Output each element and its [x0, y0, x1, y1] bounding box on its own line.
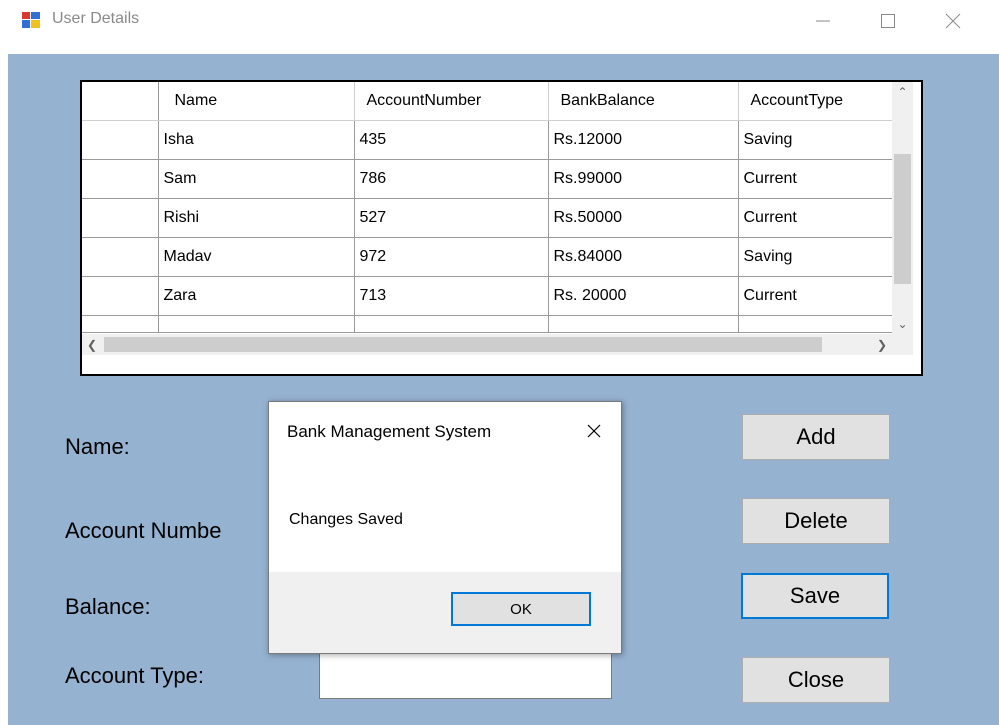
window-title: User Details — [52, 10, 140, 27]
grid-table: Name AccountNumber BankBalance AccountTy… — [82, 82, 893, 333]
cell-account-number[interactable]: 713 — [354, 276, 549, 316]
ok-button[interactable]: OK — [451, 592, 591, 626]
cell-account-type[interactable]: Current — [738, 198, 893, 238]
maximize-button[interactable] — [865, 4, 911, 38]
account-type-input[interactable] — [319, 653, 612, 699]
cell-bank-balance[interactable]: Rs.50000 — [548, 198, 739, 238]
minimize-button[interactable] — [800, 4, 846, 38]
close-icon — [945, 13, 961, 29]
name-label: Name: — [65, 434, 130, 459]
row-header[interactable] — [82, 276, 159, 316]
row-header[interactable] — [82, 237, 159, 277]
row-header[interactable] — [82, 198, 159, 238]
table-row-new[interactable] — [82, 315, 893, 333]
balance-label: Balance: — [65, 594, 151, 619]
cell-name[interactable]: Isha — [158, 120, 355, 160]
add-button[interactable]: Add — [742, 414, 890, 460]
cell-empty[interactable] — [548, 315, 739, 333]
cell-bank-balance[interactable]: Rs.84000 — [548, 237, 739, 277]
cell-empty[interactable] — [158, 315, 355, 333]
table-row[interactable]: Sam 786 Rs.99000 Current — [82, 159, 893, 199]
column-header-account-type[interactable]: AccountType — [738, 82, 893, 121]
account-number-label: Account Numbe — [65, 518, 222, 543]
cell-account-number[interactable]: 786 — [354, 159, 549, 199]
cell-empty[interactable] — [738, 315, 893, 333]
cell-account-type[interactable]: Saving — [738, 120, 893, 160]
row-header[interactable] — [82, 159, 159, 199]
row-header[interactable] — [82, 120, 159, 160]
message-box-footer: OK — [269, 572, 621, 653]
cell-account-number[interactable]: 972 — [354, 237, 549, 277]
delete-button[interactable]: Delete — [742, 498, 890, 544]
scroll-right-icon[interactable]: ❯ — [872, 334, 892, 355]
cell-name[interactable]: Rishi — [158, 198, 355, 238]
column-header-bank-balance[interactable]: BankBalance — [548, 82, 739, 121]
row-header[interactable] — [82, 315, 159, 333]
cell-bank-balance[interactable]: Rs.99000 — [548, 159, 739, 199]
minimize-icon — [816, 20, 830, 22]
cell-account-type[interactable]: Saving — [738, 237, 893, 277]
cell-bank-balance[interactable]: Rs. 20000 — [548, 276, 739, 316]
scroll-left-icon[interactable]: ❮ — [82, 334, 102, 355]
close-window-button[interactable] — [930, 4, 976, 38]
message-box-close-button[interactable] — [579, 416, 609, 446]
cell-account-number[interactable]: 435 — [354, 120, 549, 160]
table-row[interactable]: Zara 713 Rs. 20000 Current — [82, 276, 893, 316]
message-box-text: Changes Saved — [289, 511, 403, 528]
window-title-bar: User Details — [0, 0, 999, 44]
table-row[interactable]: Rishi 527 Rs.50000 Current — [82, 198, 893, 238]
account-type-label: Account Type: — [65, 663, 205, 688]
cell-account-number[interactable]: 527 — [354, 198, 549, 238]
cell-name[interactable]: Zara — [158, 276, 355, 316]
message-box-title: Bank Management System — [287, 422, 492, 441]
cell-empty[interactable] — [354, 315, 549, 333]
cell-account-type[interactable]: Current — [738, 276, 893, 316]
grid-header-row: Name AccountNumber BankBalance AccountTy… — [82, 82, 893, 121]
row-header-corner — [82, 82, 159, 121]
vertical-scrollbar[interactable]: ⌃ ⌄ — [892, 82, 913, 334]
message-box-dialog: Bank Management System Changes Saved OK — [268, 401, 622, 654]
windows-form-icon — [22, 12, 40, 28]
scroll-corner — [892, 334, 913, 355]
cell-bank-balance[interactable]: Rs.12000 — [548, 120, 739, 160]
scroll-up-icon[interactable]: ⌃ — [892, 82, 913, 102]
horizontal-scroll-thumb[interactable] — [104, 337, 822, 352]
horizontal-scrollbar[interactable]: ❮ ❯ — [82, 334, 892, 355]
maximize-icon — [881, 14, 895, 28]
close-icon — [587, 424, 601, 438]
scroll-down-icon[interactable]: ⌄ — [892, 314, 913, 334]
cell-name[interactable]: Madav — [158, 237, 355, 277]
save-button[interactable]: Save — [741, 573, 889, 619]
user-data-grid[interactable]: Name AccountNumber BankBalance AccountTy… — [80, 80, 923, 376]
table-row[interactable]: Isha 435 Rs.12000 Saving — [82, 120, 893, 160]
table-row[interactable]: Madav 972 Rs.84000 Saving — [82, 237, 893, 277]
column-header-name[interactable]: Name — [158, 82, 355, 121]
cell-account-type[interactable]: Current — [738, 159, 893, 199]
column-header-account-number[interactable]: AccountNumber — [354, 82, 549, 121]
vertical-scroll-thumb[interactable] — [894, 154, 911, 284]
cell-name[interactable]: Sam — [158, 159, 355, 199]
close-button[interactable]: Close — [742, 657, 890, 703]
